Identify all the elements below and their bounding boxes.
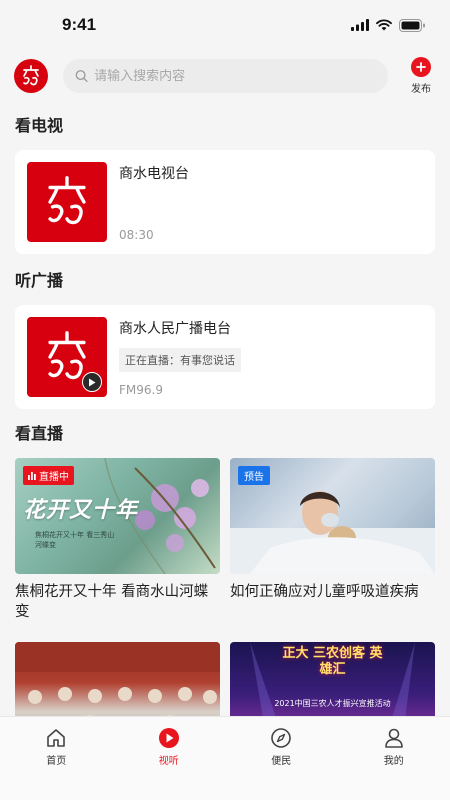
tab-media-label: 视听 <box>158 756 179 767</box>
section-title-tv: 看电视 <box>15 116 64 135</box>
search-bar[interactable] <box>63 59 388 93</box>
tab-services[interactable]: 便民 <box>225 727 338 800</box>
publish-button[interactable]: 发布 <box>406 57 436 95</box>
search-input[interactable] <box>94 68 376 84</box>
thumbnail-overlay-title: 正大 三农创客 英雄汇 <box>282 646 383 677</box>
radio-channel-title: 商水人民广播电台 <box>119 321 231 337</box>
tab-services-label: 便民 <box>271 756 292 767</box>
tab-home[interactable]: 首页 <box>0 727 113 800</box>
live-grid: 花开又十年 焦桐花开又十年 看三秀山河蝶变 直播中 焦桐花开又十年 看商水山河蝶… <box>0 458 450 626</box>
tv-channel-title: 商水电视台 <box>119 166 189 182</box>
status-bar: 9:41 <box>0 0 450 50</box>
cellular-signal-icon <box>351 19 369 31</box>
play-icon[interactable] <box>82 372 102 392</box>
live-item[interactable]: 预告 如何正确应对儿童呼吸道疾病 <box>230 458 435 626</box>
tv-channel-card[interactable]: 商水电视台 08:30 <box>15 150 435 254</box>
bottom-tab-bar: 首页 视听 便民 我的 <box>0 716 450 800</box>
status-time: 9:41 <box>62 15 97 34</box>
live-item[interactable]: 花开又十年 焦桐花开又十年 看三秀山河蝶变 直播中 焦桐花开又十年 看商水山河蝶… <box>15 458 220 626</box>
section-title-live: 看直播 <box>15 424 64 443</box>
compass-icon <box>271 728 292 748</box>
tv-card-body: 商水电视台 08:30 <box>119 162 189 242</box>
plus-icon <box>411 57 431 77</box>
publish-label: 发布 <box>411 84 431 95</box>
play-icon <box>158 728 179 748</box>
section-title-radio: 听广播 <box>15 271 64 290</box>
now-playing-tag: 正在直播：有事您说话 <box>119 348 241 372</box>
thumbnail-overlay-subtitle: 2021中国三农人才振兴宣推活动 <box>274 699 391 708</box>
battery-icon <box>399 18 425 32</box>
tab-home-label: 首页 <box>46 756 67 767</box>
tv-channel-time: 08:30 <box>119 228 154 242</box>
top-bar: 发布 <box>0 50 450 102</box>
preview-badge: 预告 <box>238 466 270 485</box>
live-badge-label: 直播中 <box>39 472 69 483</box>
shang-logo-icon <box>48 176 86 225</box>
user-icon <box>384 728 403 748</box>
live-thumbnail[interactable]: 预告 <box>230 458 435 574</box>
app-logo[interactable] <box>14 59 48 93</box>
radio-card-body: 商水人民广播电台 正在直播：有事您说话 FM96.9 <box>119 317 241 397</box>
tab-profile-label: 我的 <box>383 756 404 767</box>
thumbnail-overlay-title: 花开又十年 <box>23 497 139 523</box>
thumbnail-overlay-subtitle: 焦桐花开又十年 看三秀山河蝶变 <box>35 531 115 549</box>
live-bars-icon <box>28 471 36 480</box>
live-thumbnail[interactable]: 花开又十年 焦桐花开又十年 看三秀山河蝶变 直播中 <box>15 458 220 574</box>
shang-logo-icon <box>23 65 39 86</box>
tv-channel-logo <box>27 162 107 242</box>
home-icon <box>47 729 66 747</box>
tab-media[interactable]: 视听 <box>113 727 226 800</box>
wifi-icon <box>376 19 392 31</box>
search-icon <box>75 70 88 83</box>
live-item-title[interactable]: 焦桐花开又十年 看商水山河蝶变 <box>15 582 220 626</box>
live-item-title[interactable]: 如何正确应对儿童呼吸道疾病 <box>230 582 435 626</box>
radio-channel-logo <box>27 317 107 397</box>
radio-frequency: FM96.9 <box>119 383 163 397</box>
radio-channel-card[interactable]: 商水人民广播电台 正在直播：有事您说话 FM96.9 <box>15 305 435 409</box>
tab-profile[interactable]: 我的 <box>338 727 450 800</box>
status-icons <box>351 18 426 32</box>
live-badge: 直播中 <box>23 466 74 485</box>
